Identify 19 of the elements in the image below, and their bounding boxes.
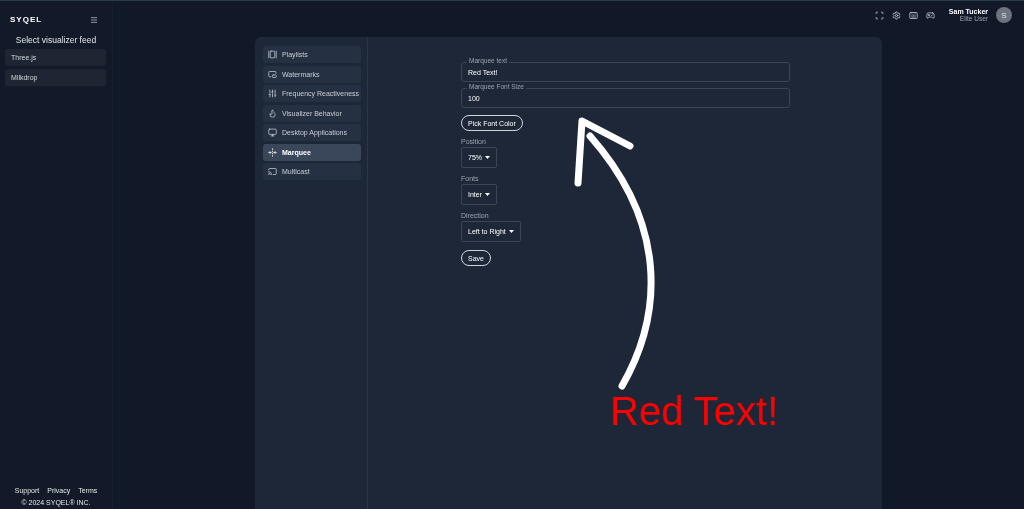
settings-icon[interactable] bbox=[891, 10, 901, 20]
monitor-icon bbox=[268, 128, 277, 137]
caret-icon bbox=[508, 230, 514, 233]
keyboard-icon[interactable] bbox=[908, 10, 918, 20]
gallery-icon bbox=[268, 50, 277, 59]
sliders-icon bbox=[268, 89, 277, 98]
arrows-icon bbox=[268, 147, 277, 157]
flame-icon bbox=[268, 108, 277, 118]
menu-icon[interactable] bbox=[90, 15, 98, 24]
brand-logo: SYQEL bbox=[10, 15, 43, 24]
caret-icon bbox=[485, 156, 490, 159]
user-avatar[interactable]: S bbox=[996, 7, 1012, 23]
fullscreen-icon[interactable] bbox=[874, 10, 884, 20]
sidebar-heading: Select visualizer feed bbox=[14, 35, 98, 45]
gamepad-icon[interactable] bbox=[925, 10, 935, 20]
cast-icon bbox=[268, 167, 277, 176]
annotation-text: Red Text! bbox=[610, 389, 779, 434]
picture-in-picture-icon bbox=[268, 69, 277, 79]
caret-icon bbox=[485, 193, 490, 196]
